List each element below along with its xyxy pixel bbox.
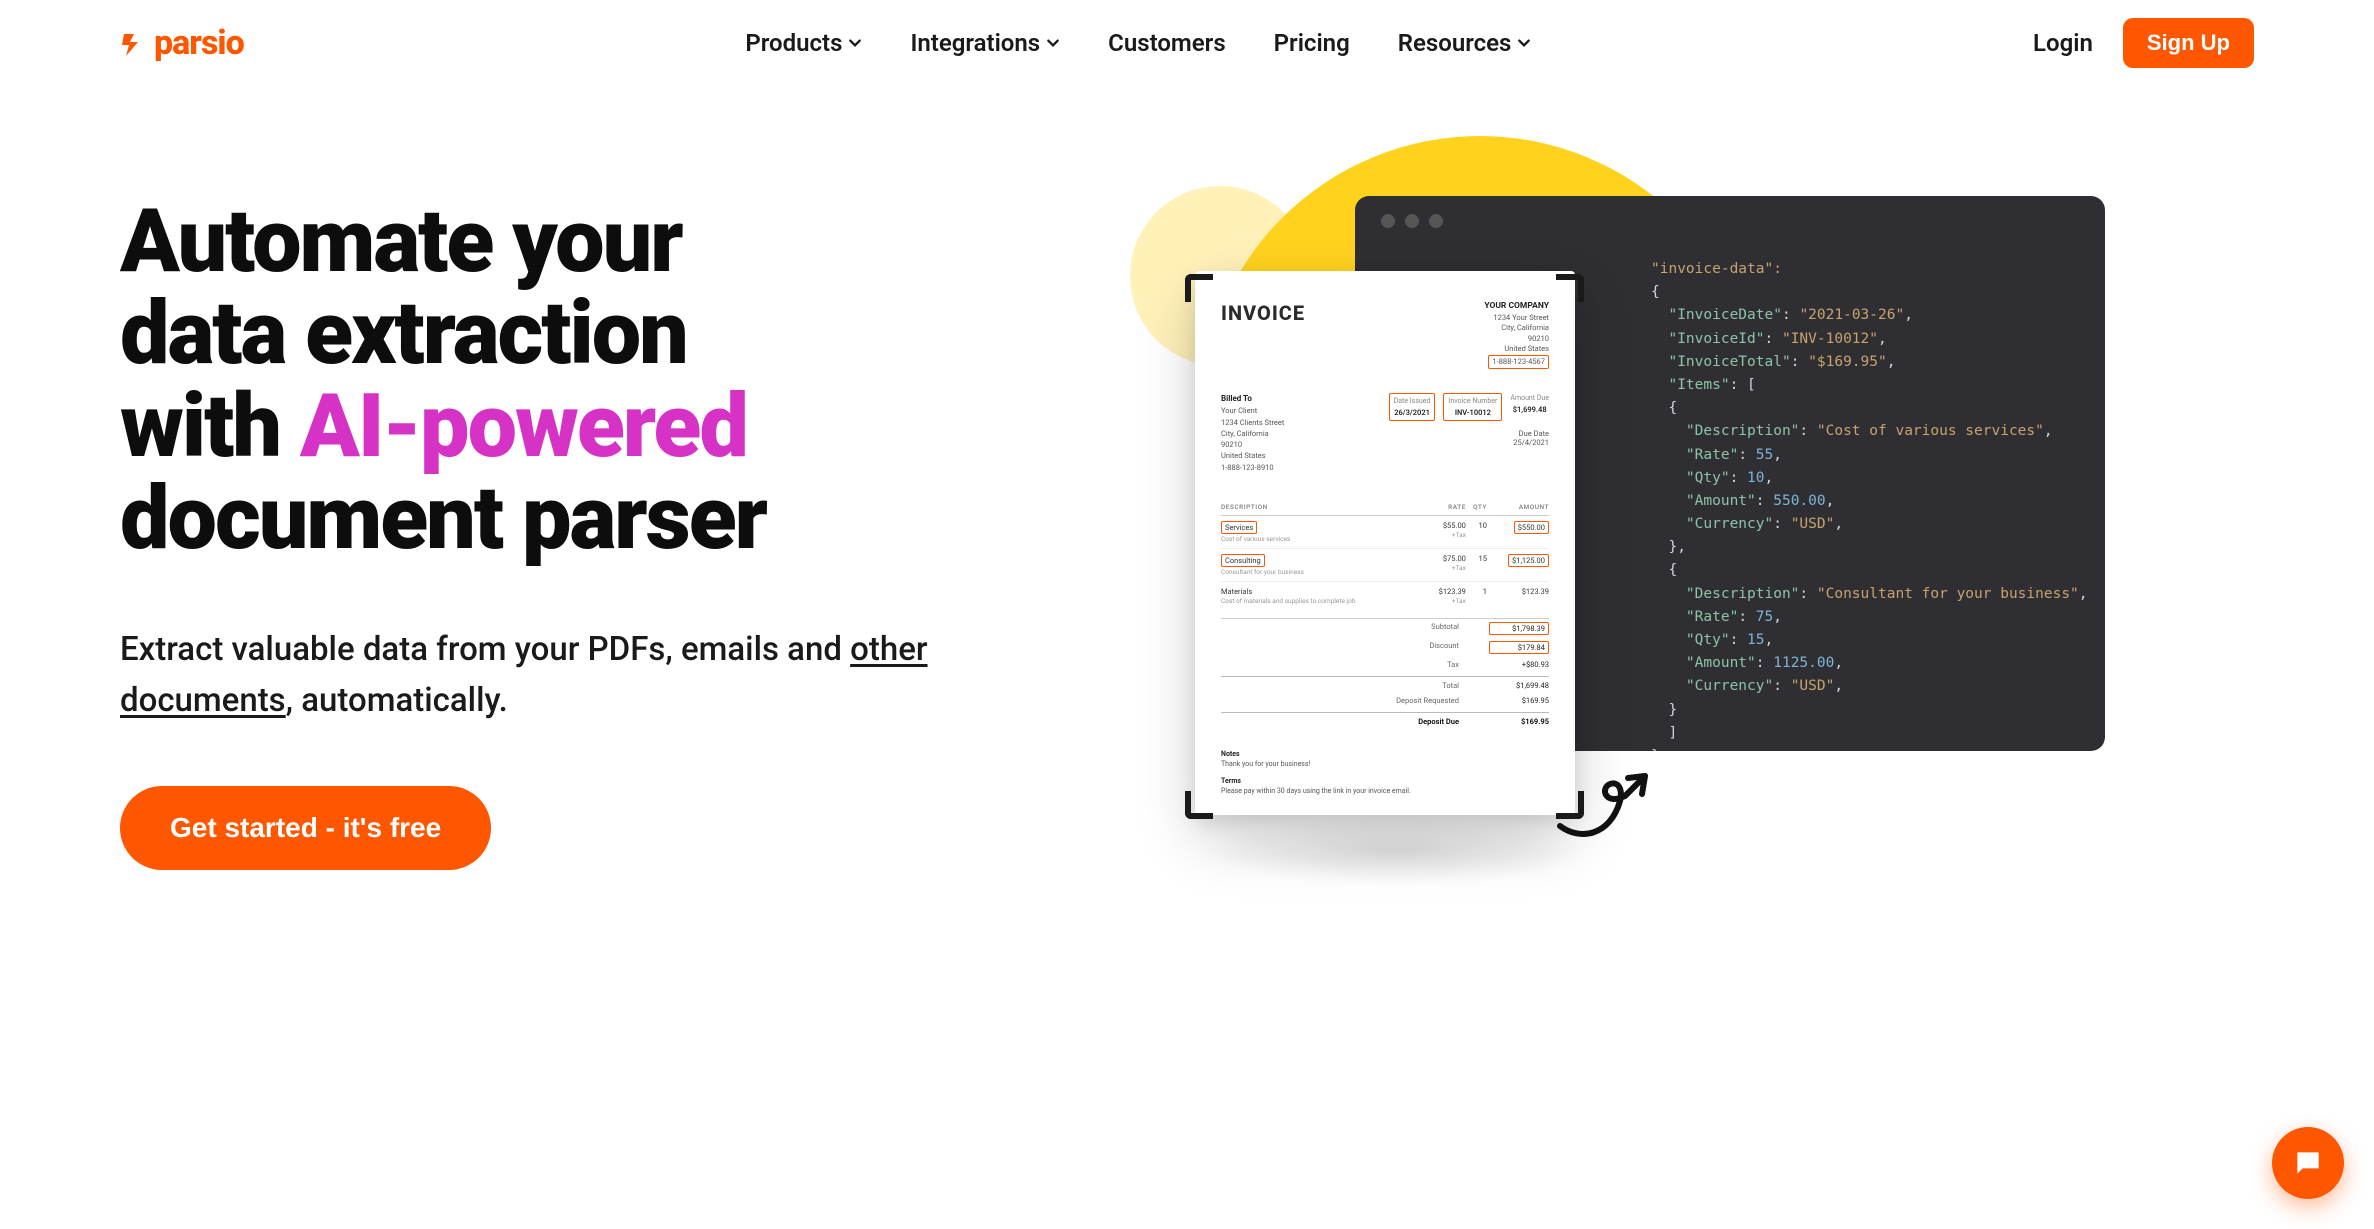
invoice-number-label: Invoice Number [1448, 396, 1497, 407]
col-qty: QTY [1466, 499, 1487, 516]
tax-label: Tax [1349, 660, 1459, 669]
subhead-post: , automatically. [286, 681, 508, 720]
top-nav: parsio Products Integrations Customers P… [0, 0, 2374, 86]
total-value: $1,699.48 [1489, 681, 1549, 690]
invoice-number: Invoice Number INV-10012 [1443, 393, 1502, 421]
brand-name: parsio [154, 23, 244, 63]
deposit-due-label: Deposit Due [1349, 717, 1459, 726]
due-date-value: 25/4/2021 [1389, 438, 1549, 447]
invoice-number-value: INV-10012 [1448, 407, 1497, 418]
chevron-down-icon [1517, 36, 1531, 50]
invoice-row: ServicesCost of various services$55.00+T… [1221, 515, 1549, 548]
hero-section: Automate your data extraction with AI-po… [0, 86, 2374, 916]
deposit-label: Deposit Requested [1349, 696, 1459, 705]
client-phone: 1-888-123-8910 [1221, 463, 1274, 472]
invoice-title: INVOICE [1221, 301, 1305, 325]
date-issued-value: 26/3/2021 [1394, 407, 1431, 418]
date-issued: Date Issued 26/3/2021 [1389, 393, 1436, 421]
col-desc: DESCRIPTION [1221, 499, 1425, 516]
subtotal-value: $1,798.39 [1489, 622, 1549, 635]
headline-line-3a: with [120, 375, 300, 478]
nav-label: Products [745, 29, 842, 57]
headline-line-4: document parser [120, 467, 766, 570]
client-city: City, California [1221, 429, 1269, 438]
nav-label: Integrations [910, 29, 1040, 57]
deposit-value: $169.95 [1489, 696, 1549, 705]
headline-line-2: data extraction [120, 282, 687, 385]
discount-value: $179.84 [1489, 641, 1549, 654]
decor-shadow [1205, 816, 1585, 886]
invoice-card: INVOICE YOUR COMPANY 1234 Your Street Ci… [1195, 271, 1575, 815]
nav-label: Pricing [1274, 29, 1350, 57]
discount-label: Discount [1349, 641, 1459, 654]
due-date-label: Due Date [1389, 429, 1549, 438]
company-phone: 1-888-123-4567 [1488, 355, 1549, 370]
amount-due-label: Amount Due [1510, 393, 1549, 404]
scan-corner-icon [1185, 791, 1213, 819]
company-name: YOUR COMPANY [1484, 301, 1549, 311]
scan-corner-icon [1185, 274, 1213, 302]
nav-label: Resources [1398, 29, 1512, 57]
notes-text: Thank you for your business! [1221, 760, 1310, 768]
chevron-down-icon [848, 36, 862, 50]
amount-due-value: $1,699.48 [1510, 404, 1549, 415]
due-date: Due Date 25/4/2021 [1389, 429, 1549, 447]
col-rate: RATE [1425, 499, 1466, 516]
terms-label: Terms [1221, 776, 1549, 787]
nav-resources[interactable]: Resources [1398, 29, 1532, 57]
scan-corner-icon [1556, 274, 1584, 302]
logo-icon [120, 30, 146, 56]
invoice-line-items: DESCRIPTION RATE QTY AMOUNT ServicesCost… [1221, 499, 1549, 610]
window-controls-icon [1381, 214, 2079, 228]
chat-icon [2292, 1147, 2324, 1179]
nav-links: Products Integrations Customers Pricing … [745, 29, 1531, 57]
nav-products[interactable]: Products [745, 29, 862, 57]
tax-value: +$80.93 [1489, 660, 1549, 669]
deposit-due-value: $169.95 [1489, 717, 1549, 726]
company-zip: 90210 [1528, 334, 1549, 343]
subheadline: Extract valuable data from your PDFs, em… [120, 624, 1080, 726]
client-addr: 1234 Clients Street [1221, 418, 1284, 427]
cta-button[interactable]: Get started - it's free [120, 786, 491, 870]
notes-label: Notes [1221, 749, 1549, 760]
chat-fab[interactable] [2272, 1127, 2344, 1199]
subtotal-label: Subtotal [1349, 622, 1459, 635]
hero-copy: Automate your data extraction with AI-po… [120, 196, 1080, 916]
total-label: Total [1349, 681, 1459, 690]
login-link[interactable]: Login [2033, 29, 2093, 57]
nav-integrations[interactable]: Integrations [910, 29, 1060, 57]
company-city: City, California [1501, 323, 1549, 332]
invoice-meta-row: Date Issued 26/3/2021 Invoice Number INV… [1389, 393, 1549, 421]
amount-due: Amount Due $1,699.48 [1510, 393, 1549, 421]
invoice-row: ConsultingConsultant for your business$7… [1221, 548, 1549, 581]
json-root: "invoice-data": [1651, 261, 1782, 277]
invoice-company: YOUR COMPANY 1234 Your Street City, Cali… [1484, 301, 1549, 369]
company-country: United States [1504, 344, 1549, 353]
scan-corner-icon [1556, 791, 1584, 819]
client-zip: 90210 [1221, 440, 1242, 449]
invoice-row: MaterialsCost of materials and supplies … [1221, 581, 1549, 610]
subhead-pre: Extract valuable data from your PDFs, em… [120, 630, 850, 669]
billed-to: Billed To Your Client 1234 Clients Stree… [1221, 393, 1284, 473]
brand-logo[interactable]: parsio [120, 23, 244, 63]
nav-auth: Login Sign Up [2033, 18, 2254, 68]
invoice-totals: Subtotal $1,798.39 Discount $179.84 Tax +$8… [1221, 618, 1549, 729]
nav-label: Customers [1108, 29, 1226, 57]
headline: Automate your data extraction with AI-po… [120, 196, 1080, 566]
billed-label: Billed To [1221, 394, 1252, 403]
headline-line-1: Automate your [120, 190, 682, 293]
company-addr: 1234 Your Street [1493, 313, 1549, 322]
terms-text: Please pay within 30 days using the link… [1221, 787, 1411, 795]
invoice-notes: Notes Thank you for your business! Terms… [1221, 749, 1549, 797]
date-issued-label: Date Issued [1394, 396, 1431, 407]
col-amount: AMOUNT [1487, 499, 1549, 516]
client-name: Your Client [1221, 406, 1257, 415]
chevron-down-icon [1046, 36, 1060, 50]
headline-accent: AI-powered [300, 375, 747, 478]
client-country: United States [1221, 451, 1266, 460]
hero-illustration: "invoice-data": { "InvoiceDate": "2021-0… [1120, 196, 2254, 916]
nav-pricing[interactable]: Pricing [1274, 29, 1350, 57]
nav-customers[interactable]: Customers [1108, 29, 1226, 57]
signup-button[interactable]: Sign Up [2123, 18, 2254, 68]
